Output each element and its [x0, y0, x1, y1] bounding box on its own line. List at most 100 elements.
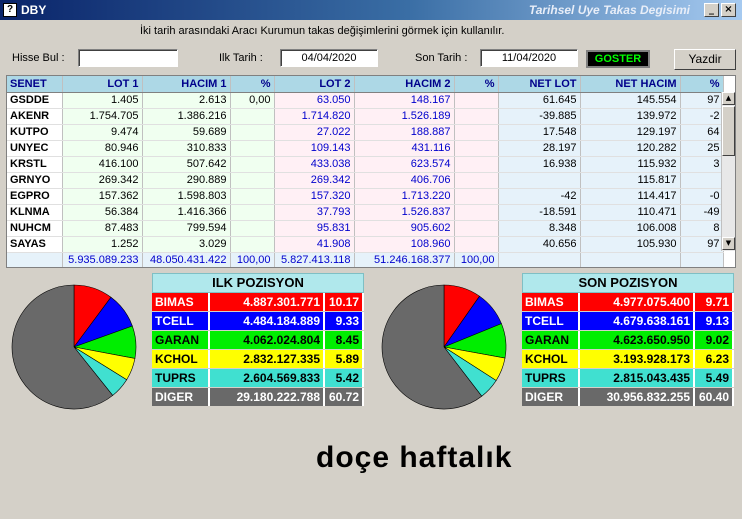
total-lot1: 5.935.089.233 — [62, 252, 143, 267]
cell-net-hacim: 115.932 — [580, 156, 681, 173]
cell-net-lot: 61.645 — [498, 92, 581, 109]
cell-net-hacim: 145.554 — [580, 92, 681, 109]
header-pct3[interactable]: % — [680, 76, 724, 93]
cell-lot2: 269.342 — [274, 172, 355, 189]
table-row[interactable]: UNYEC 80.946 310.833 109.143 431.116 28.197 12… — [7, 140, 724, 157]
position-value: 4.679.638.161 — [580, 312, 695, 330]
table-row[interactable]: EGPRO 157.362 1.598.803 157.320 1.713.220 -42… — [7, 188, 724, 205]
header-hacim1[interactable]: HACIM 1 — [142, 76, 231, 93]
cell-senet: KRSTL — [7, 156, 63, 173]
cell-pct1 — [230, 236, 275, 253]
hisse-bul-input[interactable] — [78, 49, 178, 67]
cell-net-lot: 17.548 — [498, 124, 581, 141]
scroll-thumb[interactable] — [722, 106, 735, 156]
table-row[interactable]: GSDDE 1.405 2.613 0,00 63.050 148.167 61.645 14… — [7, 92, 724, 109]
cell-pct1: 0,00 — [230, 92, 275, 109]
cell-pct2 — [454, 220, 499, 237]
minimize-icon[interactable]: _ — [704, 3, 719, 17]
cell-lot2: 27.022 — [274, 124, 355, 141]
position-value: 4.062.024.804 — [210, 331, 325, 349]
cell-net-lot: -42 — [498, 188, 581, 205]
cell-pct2 — [454, 172, 499, 189]
grid-scrollbar[interactable]: ▲ ▼ — [721, 92, 735, 251]
cell-pct1 — [230, 140, 275, 157]
cell-pct1 — [230, 188, 275, 205]
cell-pct2 — [454, 204, 499, 221]
totals-row: 5.935.089.233 48.050.431.422 100,00 5.827.4… — [7, 252, 724, 267]
header-net-lot[interactable]: NET LOT — [498, 76, 581, 93]
total-net-hacim — [580, 252, 681, 267]
position-pct: 9.13 — [695, 312, 734, 330]
table-row[interactable]: AKENR 1.754.705 1.386.216 1.714.820 1.526.18… — [7, 108, 724, 125]
cell-senet: KUTPO — [7, 124, 63, 141]
total-hacim2: 51.246.168.377 — [354, 252, 455, 267]
position-row: GARAN 4.623.650.950 9.02 — [522, 331, 734, 349]
cell-hacim1: 2.613 — [142, 92, 231, 109]
table-row[interactable]: KRSTL 416.100 507.642 433.038 623.574 16.938 1… — [7, 156, 724, 173]
table-row[interactable]: SAYAS 1.252 3.029 41.908 108.960 40.656 105.93… — [7, 236, 724, 253]
scroll-down-icon[interactable]: ▼ — [722, 237, 735, 250]
cell-hacim2: 1.713.220 — [354, 188, 455, 205]
cell-lot2: 37.793 — [274, 204, 355, 221]
cell-net-lot: -18.591 — [498, 204, 581, 221]
cell-pct3: -2 — [680, 108, 724, 125]
cell-pct3: 3 — [680, 156, 724, 173]
position-pct: 10.17 — [325, 293, 364, 311]
son-pozisyon-table: BIMAS 4.977.075.400 9.71 TCELL 4.679.638.161… — [522, 292, 734, 407]
cell-lot1: 80.946 — [62, 140, 143, 157]
cell-pct2 — [454, 124, 499, 141]
description-text: İki tarih arasındaki Aracı Kurumun takas… — [140, 25, 505, 37]
cell-pct1 — [230, 220, 275, 237]
app-window-icon[interactable]: ? — [3, 3, 17, 17]
position-value: 4.887.301.771 — [210, 293, 325, 311]
position-name: TUPRS — [522, 369, 580, 387]
position-name: KCHOL — [522, 350, 580, 368]
header-net-hacim[interactable]: NET HACIM — [580, 76, 681, 93]
position-row: DIGER 30.956.832.255 60.40 — [522, 388, 734, 406]
cell-hacim2: 148.167 — [354, 92, 455, 109]
cell-lot1: 416.100 — [62, 156, 143, 173]
son-pozisyon-pie-chart — [381, 284, 507, 410]
total-net-lot — [498, 252, 581, 267]
position-name: TCELL — [152, 312, 210, 330]
position-value: 2.815.043.435 — [580, 369, 695, 387]
position-value: 4.484.184.889 — [210, 312, 325, 330]
position-value: 4.623.650.950 — [580, 331, 695, 349]
close-icon[interactable]: × — [721, 3, 736, 17]
cell-lot2: 157.320 — [274, 188, 355, 205]
cell-pct2 — [454, 108, 499, 125]
header-lot1[interactable]: LOT 1 — [62, 76, 143, 93]
cell-pct2 — [454, 188, 499, 205]
position-name: TUPRS — [152, 369, 210, 387]
cell-hacim2: 623.574 — [354, 156, 455, 173]
cell-hacim2: 1.526.189 — [354, 108, 455, 125]
cell-senet: GRNYO — [7, 172, 63, 189]
ilk-tarih-input[interactable]: 04/04/2020 — [280, 49, 378, 67]
position-pct: 8.45 — [325, 331, 364, 349]
header-pct2[interactable]: % — [454, 76, 499, 93]
ilk-tarih-label: Ilk Tarih : — [219, 52, 263, 64]
scroll-up-icon[interactable]: ▲ — [722, 92, 735, 105]
position-row: BIMAS 4.977.075.400 9.71 — [522, 293, 734, 311]
yazdir-button[interactable]: Yazdir — [674, 49, 736, 70]
header-hacim2[interactable]: HACIM 2 — [354, 76, 455, 93]
cell-senet: UNYEC — [7, 140, 63, 157]
title-bar[interactable]: ? DBY Tarihsel Uye Takas Degisimi _ × — [0, 0, 742, 20]
table-row[interactable]: KUTPO 9.474 59.689 27.022 188.887 17.548 129.1… — [7, 124, 724, 141]
cell-pct3: -0 — [680, 188, 724, 205]
table-row[interactable]: NUHCM 87.483 799.594 95.831 905.602 8.348 106.… — [7, 220, 724, 237]
cell-hacim2: 108.960 — [354, 236, 455, 253]
cell-net-hacim: 115.817 — [580, 172, 681, 189]
header-senet[interactable]: SENET — [7, 76, 63, 93]
son-tarih-input[interactable]: 11/04/2020 — [480, 49, 578, 67]
cell-lot1: 1.252 — [62, 236, 143, 253]
cell-hacim1: 507.642 — [142, 156, 231, 173]
cell-senet: KLNMA — [7, 204, 63, 221]
goster-button[interactable]: GOSTER — [586, 50, 650, 68]
table-row[interactable]: GRNYO 269.342 290.889 269.342 406.706 115.817 — [7, 172, 724, 189]
table-row[interactable]: KLNMA 56.384 1.416.366 37.793 1.526.837 -18.5… — [7, 204, 724, 221]
cell-pct1 — [230, 124, 275, 141]
takas-grid[interactable]: SENET LOT 1 HACIM 1 % LOT 2 HACIM 2 % NE… — [6, 75, 736, 268]
header-lot2[interactable]: LOT 2 — [274, 76, 355, 93]
header-pct1[interactable]: % — [230, 76, 275, 93]
